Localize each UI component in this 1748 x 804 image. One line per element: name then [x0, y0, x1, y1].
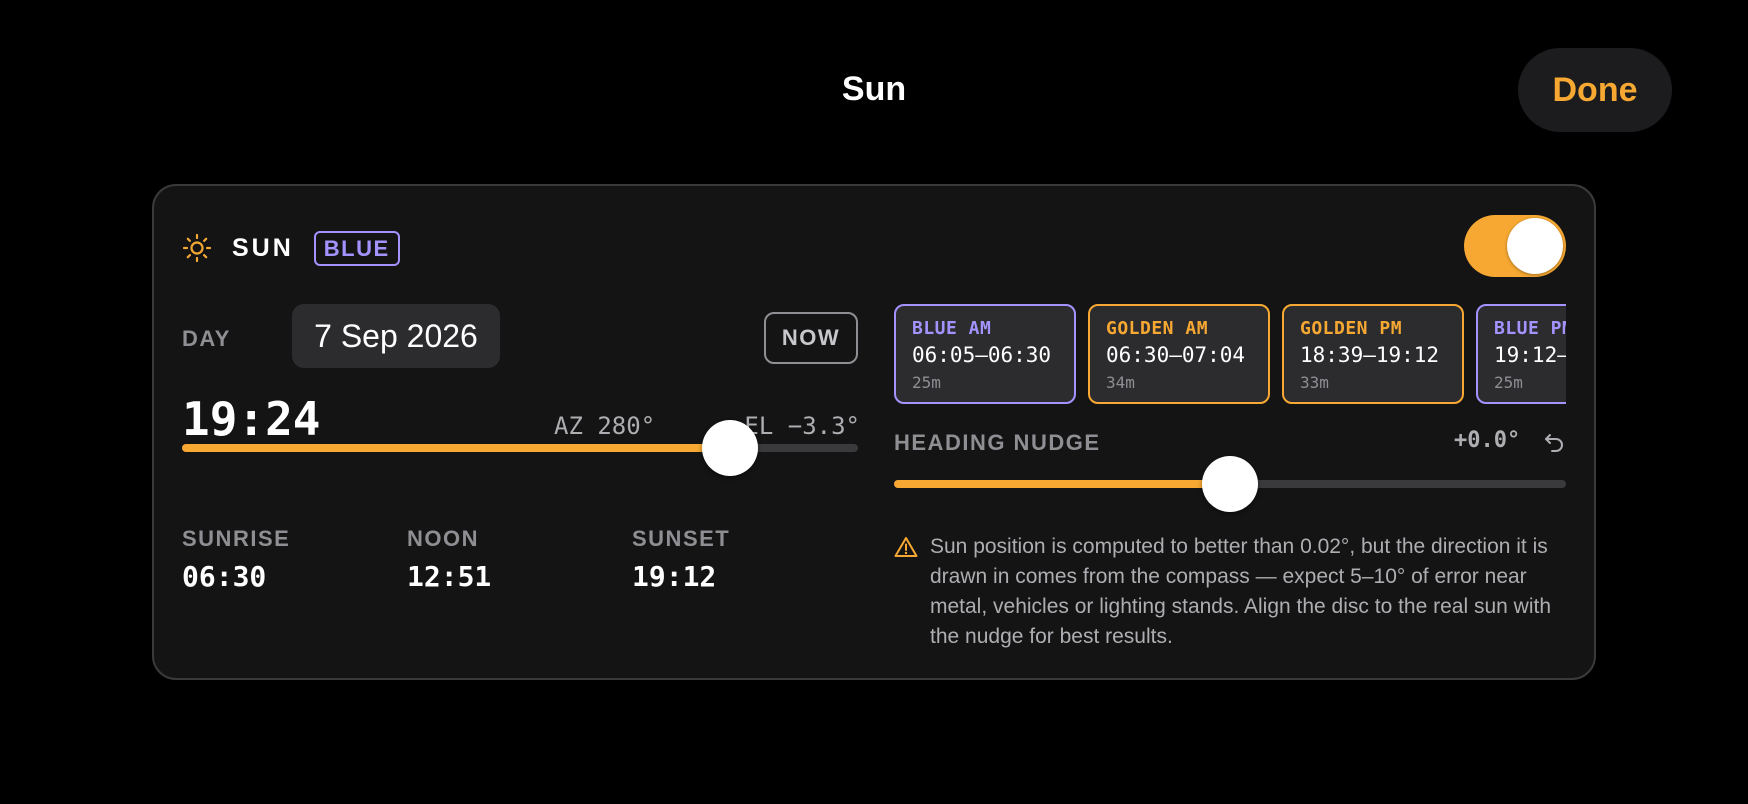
- phase-duration: 33m: [1300, 373, 1329, 392]
- sun-label: SUN: [232, 233, 294, 262]
- time-slider-thumb[interactable]: [701, 420, 758, 476]
- phase-range: 06:30–07:04: [1106, 343, 1246, 367]
- phase-badge: BLUE: [313, 230, 400, 266]
- time-readout: 19:24: [182, 392, 321, 446]
- phase-range: 19:12–19:37: [1494, 343, 1566, 367]
- phase-name: BLUE AM: [912, 318, 992, 339]
- phase-duration: 34m: [1106, 373, 1135, 392]
- sunrise-label: SUNRISE: [182, 526, 291, 551]
- sunrise-stat: SUNRISE 06:30: [182, 526, 290, 593]
- card-header: SUN BLUE: [182, 228, 400, 268]
- date-picker[interactable]: 7 Sep 2026: [292, 304, 500, 368]
- heading-nudge-thumb[interactable]: [1202, 456, 1258, 512]
- sun-icon: [182, 233, 212, 263]
- noon-label: NOON: [407, 526, 479, 551]
- heading-nudge-slider[interactable]: [894, 456, 1566, 512]
- light-phases-scroller[interactable]: BLUE AM 06:05–06:30 25m GOLDEN AM 06:30–…: [894, 304, 1566, 406]
- elevation-readout: EL −3.3°: [744, 412, 860, 440]
- phase-duration: 25m: [912, 373, 941, 392]
- now-button[interactable]: NOW: [764, 312, 858, 364]
- phase-chip-blue-am[interactable]: BLUE AM 06:05–06:30 25m: [894, 304, 1076, 404]
- heading-nudge-fill: [894, 480, 1230, 488]
- accuracy-warning: Sun position is computed to better than …: [930, 535, 1551, 648]
- noon-stat: NOON 12:51: [407, 526, 491, 593]
- noon-value: 12:51: [407, 560, 492, 593]
- warning-icon: [894, 536, 918, 558]
- done-button[interactable]: Done: [1518, 48, 1672, 132]
- phase-range: 18:39–19:12: [1300, 343, 1440, 367]
- sun-toggle[interactable]: [1464, 215, 1566, 277]
- heading-nudge-label: HEADING NUDGE: [894, 430, 1101, 455]
- sunrise-value: 06:30: [182, 560, 267, 593]
- page-title: Sun: [841, 70, 907, 108]
- heading-nudge-value: +0.0°: [1454, 428, 1521, 453]
- phase-chip-blue-pm[interactable]: BLUE PM 19:12–19:37 25m: [1476, 304, 1566, 404]
- azimuth-readout: AZ 280°: [554, 412, 656, 440]
- phase-name: BLUE PM: [1494, 318, 1566, 339]
- day-label: DAY: [182, 326, 231, 351]
- sunset-stat: SUNSET 19:12: [632, 526, 730, 593]
- undo-icon[interactable]: [1542, 430, 1566, 454]
- phase-duration: 25m: [1494, 373, 1523, 392]
- phase-chip-golden-am[interactable]: GOLDEN AM 06:30–07:04 34m: [1088, 304, 1270, 404]
- phase-range: 06:05–06:30: [912, 343, 1052, 367]
- time-slider-fill: [182, 444, 730, 452]
- sun-card: SUN BLUE DAY 7 Sep 2026 NOW 19:24 AZ 280…: [152, 184, 1596, 680]
- phase-chip-golden-pm[interactable]: GOLDEN PM 18:39–19:12 33m: [1282, 304, 1464, 404]
- phase-name: GOLDEN AM: [1106, 318, 1209, 339]
- sunset-label: SUNSET: [632, 526, 731, 551]
- phase-name: GOLDEN PM: [1300, 318, 1403, 339]
- toggle-knob: [1507, 218, 1563, 274]
- time-slider[interactable]: [182, 420, 858, 476]
- sunset-value: 19:12: [632, 560, 717, 593]
